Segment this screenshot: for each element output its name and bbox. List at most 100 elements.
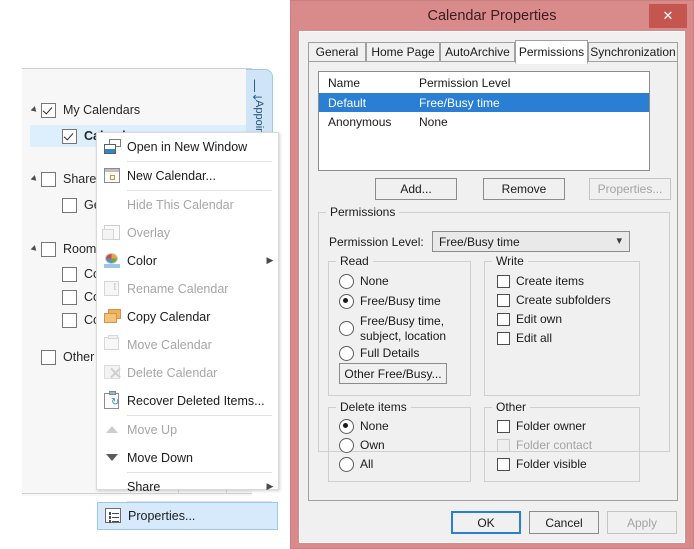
tree-checkbox[interactable] — [62, 312, 77, 328]
radio-icon[interactable] — [339, 438, 354, 453]
radio-icon[interactable] — [339, 321, 354, 336]
cancel-button[interactable]: Cancel — [529, 511, 599, 534]
option-label: Full Details — [360, 346, 420, 360]
menu-item-open-in-new-window[interactable]: Open in New Window — [97, 133, 278, 161]
move-folder-icon — [97, 331, 127, 359]
menu-item-label: Properties... — [128, 509, 196, 523]
option-label: Free/Busy time — [360, 294, 441, 308]
read-option-free-busy-time[interactable]: Free/Busy time — [339, 294, 441, 309]
button-label: Apply — [626, 515, 658, 530]
submenu-arrow-icon: ▶ — [266, 256, 274, 266]
column-header-name: Name — [328, 75, 361, 90]
tree-checkbox[interactable] — [41, 171, 56, 187]
tree-checkbox[interactable] — [62, 128, 77, 144]
open-in-new-window-icon — [97, 133, 127, 161]
menu-item-share[interactable]: Share ▶ — [97, 473, 278, 501]
option-label: Free/Busy time, subject, location — [360, 314, 447, 343]
menu-item-label: Move Calendar — [127, 338, 212, 352]
column-header-level: Permission Level — [419, 75, 511, 90]
other-option-folder-contact: Folder contact — [497, 438, 592, 453]
radio-icon[interactable] — [339, 346, 354, 361]
tab-autoarchive[interactable]: AutoArchive — [440, 42, 515, 62]
expander-triangle-icon[interactable] — [30, 168, 41, 190]
other-free-busy-button[interactable]: Other Free/Busy... — [339, 363, 447, 384]
tree-item-my-calendars[interactable]: My Calendars — [30, 99, 140, 121]
read-option-free-busy-subject-location[interactable]: Free/Busy time, subject, location — [339, 314, 463, 344]
permission-level-value: Free/Busy time — [439, 234, 520, 249]
menu-item-copy-calendar[interactable]: Copy Calendar — [97, 303, 278, 331]
menu-item-label: Open in New Window — [127, 140, 248, 154]
checkbox-icon[interactable] — [497, 332, 510, 345]
other-option-folder-visible[interactable]: Folder visible — [497, 457, 587, 472]
properties-icon — [98, 502, 128, 530]
tab-general[interactable]: General — [308, 42, 366, 62]
checkbox-icon[interactable] — [497, 275, 510, 288]
tab-home-page[interactable]: Home Page — [366, 42, 440, 62]
write-option-edit-own[interactable]: Edit own — [497, 312, 562, 327]
read-option-full-details[interactable]: Full Details — [339, 346, 419, 361]
calendar-context-menu[interactable]: Open in New Window New Calendar... Hide … — [96, 132, 279, 530]
delete-folder-icon — [97, 359, 127, 387]
permission-level-select[interactable]: Free/Busy time ▾ — [432, 231, 630, 252]
menu-item-color[interactable]: Color ▶ — [97, 247, 278, 275]
checkbox-icon[interactable] — [497, 458, 510, 471]
tree-checkbox[interactable] — [41, 102, 56, 118]
write-option-edit-all[interactable]: Edit all — [497, 331, 552, 346]
permission-list[interactable]: Name Permission Level Default Free/Busy … — [318, 71, 650, 171]
close-x-icon[interactable]: ✕ — [649, 4, 687, 28]
radio-icon[interactable] — [339, 457, 354, 472]
tab-permissions[interactable]: Permissions — [515, 40, 588, 64]
write-option-create-items[interactable]: Create items — [497, 274, 584, 289]
radio-icon[interactable] — [339, 274, 354, 289]
expander-triangle-icon[interactable] — [30, 238, 41, 260]
tree-checkbox[interactable] — [41, 349, 56, 365]
ok-button[interactable]: OK — [451, 511, 521, 534]
button-label: Remove — [501, 182, 547, 196]
checkbox-icon[interactable] — [497, 313, 510, 326]
menu-item-move-down[interactable]: Move Down — [97, 444, 278, 472]
menu-item-new-calendar[interactable]: New Calendar... — [97, 162, 278, 190]
option-label: Folder visible — [516, 457, 587, 471]
tree-checkbox[interactable] — [41, 241, 56, 257]
radio-icon[interactable] — [339, 294, 354, 309]
remove-button[interactable]: Remove — [483, 178, 565, 200]
checkbox-icon[interactable] — [497, 420, 510, 433]
read-option-none[interactable]: None — [339, 274, 389, 289]
tab-label: Home Page — [371, 45, 435, 59]
table-row[interactable]: Anonymous None — [319, 112, 649, 131]
other-group: Other Folder owner Folder contact Folder… — [484, 400, 640, 482]
menu-item-label: Overlay — [127, 226, 171, 240]
tab-label: Permissions — [518, 45, 585, 59]
menu-item-properties[interactable]: Properties... — [97, 502, 278, 530]
delete-option-own[interactable]: Own — [339, 438, 385, 453]
rename-icon — [97, 275, 127, 303]
checkbox-icon[interactable] — [497, 294, 510, 307]
tab-label: AutoArchive — [445, 45, 510, 59]
menu-item-label: Rename Calendar — [127, 282, 229, 296]
tree-checkbox[interactable] — [62, 266, 77, 282]
move-up-icon — [97, 416, 127, 444]
no-icon — [97, 473, 127, 501]
table-row[interactable]: Default Free/Busy time — [319, 93, 649, 112]
add-button[interactable]: Add... — [375, 178, 457, 200]
chevron-down-icon: ▾ — [616, 234, 622, 247]
radio-icon[interactable] — [339, 419, 354, 434]
read-group: Read None Free/Busy time Free/Busy time,… — [328, 254, 471, 396]
group-legend: Other — [492, 400, 531, 414]
permissions-tab-page: Name Permission Level Default Free/Busy … — [308, 61, 678, 501]
delete-option-none[interactable]: None — [339, 419, 389, 434]
tree-item-rooms[interactable]: Rooms — [30, 238, 103, 260]
tab-synchronization[interactable]: Synchronization — [588, 42, 678, 62]
tree-checkbox[interactable] — [62, 197, 77, 213]
write-option-create-subfolders[interactable]: Create subfolders — [497, 293, 611, 308]
tree-checkbox[interactable] — [62, 289, 77, 305]
other-option-folder-owner[interactable]: Folder owner — [497, 419, 586, 434]
write-group: Write Create items Create subfolders Edi… — [484, 254, 640, 396]
button-label: Other Free/Busy... — [344, 366, 442, 381]
menu-item-recover-deleted-items[interactable]: ↻ Recover Deleted Items... — [97, 387, 278, 415]
menu-item-move-calendar: Move Calendar — [97, 331, 278, 359]
checkbox-icon — [497, 439, 510, 452]
permission-level-label: Permission Level: — [329, 235, 424, 249]
delete-option-all[interactable]: All — [339, 457, 373, 472]
expander-triangle-icon[interactable] — [30, 99, 41, 121]
